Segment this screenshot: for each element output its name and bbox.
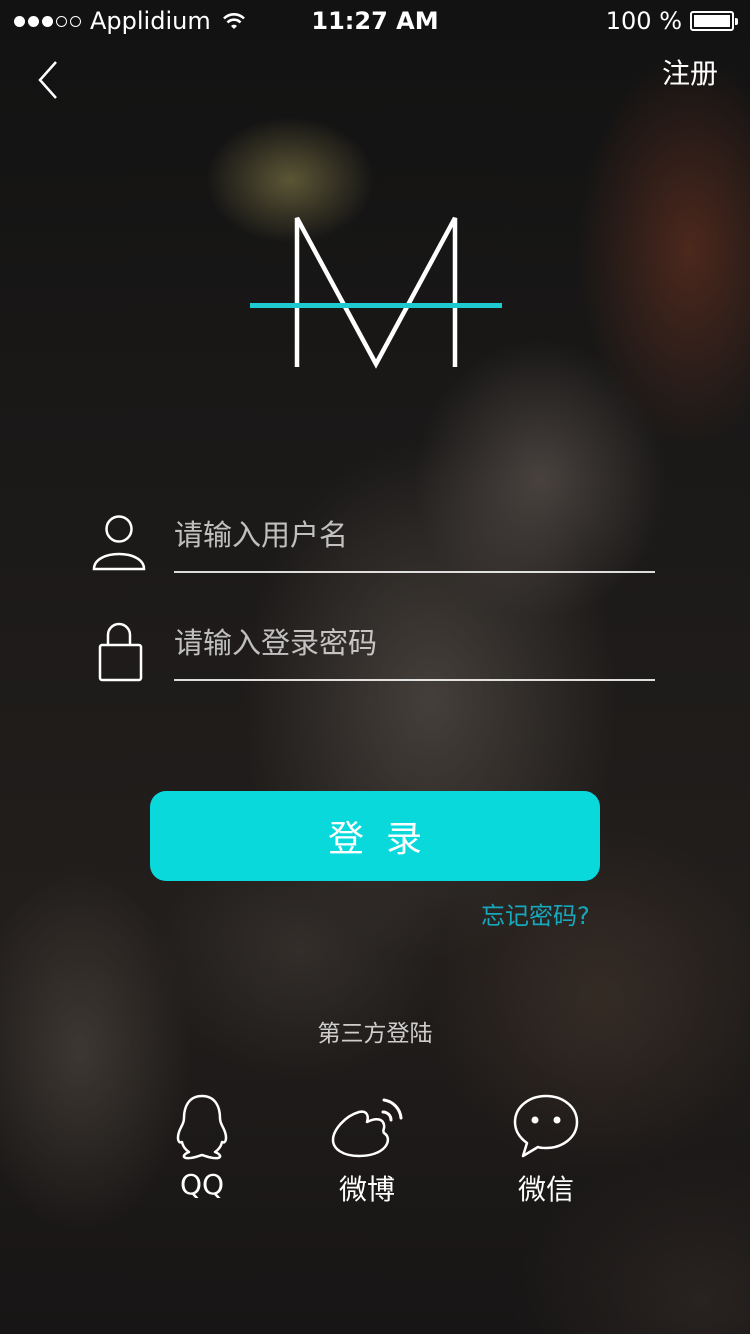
battery-fill bbox=[694, 15, 730, 27]
lock-icon bbox=[98, 622, 143, 682]
password-input[interactable] bbox=[174, 613, 654, 673]
register-link[interactable]: 注册 bbox=[662, 52, 718, 92]
wechat-icon bbox=[513, 1094, 579, 1158]
back-button[interactable] bbox=[30, 58, 70, 102]
chevron-left-icon bbox=[38, 61, 57, 99]
password-underline bbox=[174, 679, 655, 681]
qq-login-button[interactable]: QQ bbox=[147, 1092, 257, 1201]
password-row bbox=[90, 613, 655, 683]
status-bar: Applidium 11:27 AM 100 % bbox=[0, 0, 750, 40]
login-button[interactable]: 登录 bbox=[150, 791, 600, 881]
wechat-label: 微信 bbox=[517, 1173, 574, 1206]
wechat-login-button[interactable]: 微信 bbox=[491, 1092, 601, 1208]
username-row bbox=[90, 505, 655, 575]
weibo-label: 微博 bbox=[338, 1173, 395, 1206]
user-icon bbox=[92, 515, 146, 571]
weibo-icon bbox=[331, 1098, 403, 1158]
qq-label: QQ bbox=[179, 1168, 225, 1201]
battery-area: 100 % bbox=[605, 7, 738, 35]
username-underline bbox=[174, 571, 655, 573]
logo-m-mark bbox=[250, 216, 502, 369]
username-input[interactable] bbox=[174, 505, 654, 565]
forgot-password-link[interactable]: 忘记密码? bbox=[481, 896, 590, 931]
qq-icon bbox=[176, 1094, 228, 1160]
battery-icon bbox=[690, 11, 738, 31]
weibo-login-button[interactable]: 微博 bbox=[312, 1092, 422, 1208]
battery-percent: 100 % bbox=[605, 7, 682, 35]
logo bbox=[250, 212, 502, 372]
logo-accent-bar bbox=[250, 303, 502, 308]
third-party-title: 第三方登陆 bbox=[317, 1021, 433, 1047]
